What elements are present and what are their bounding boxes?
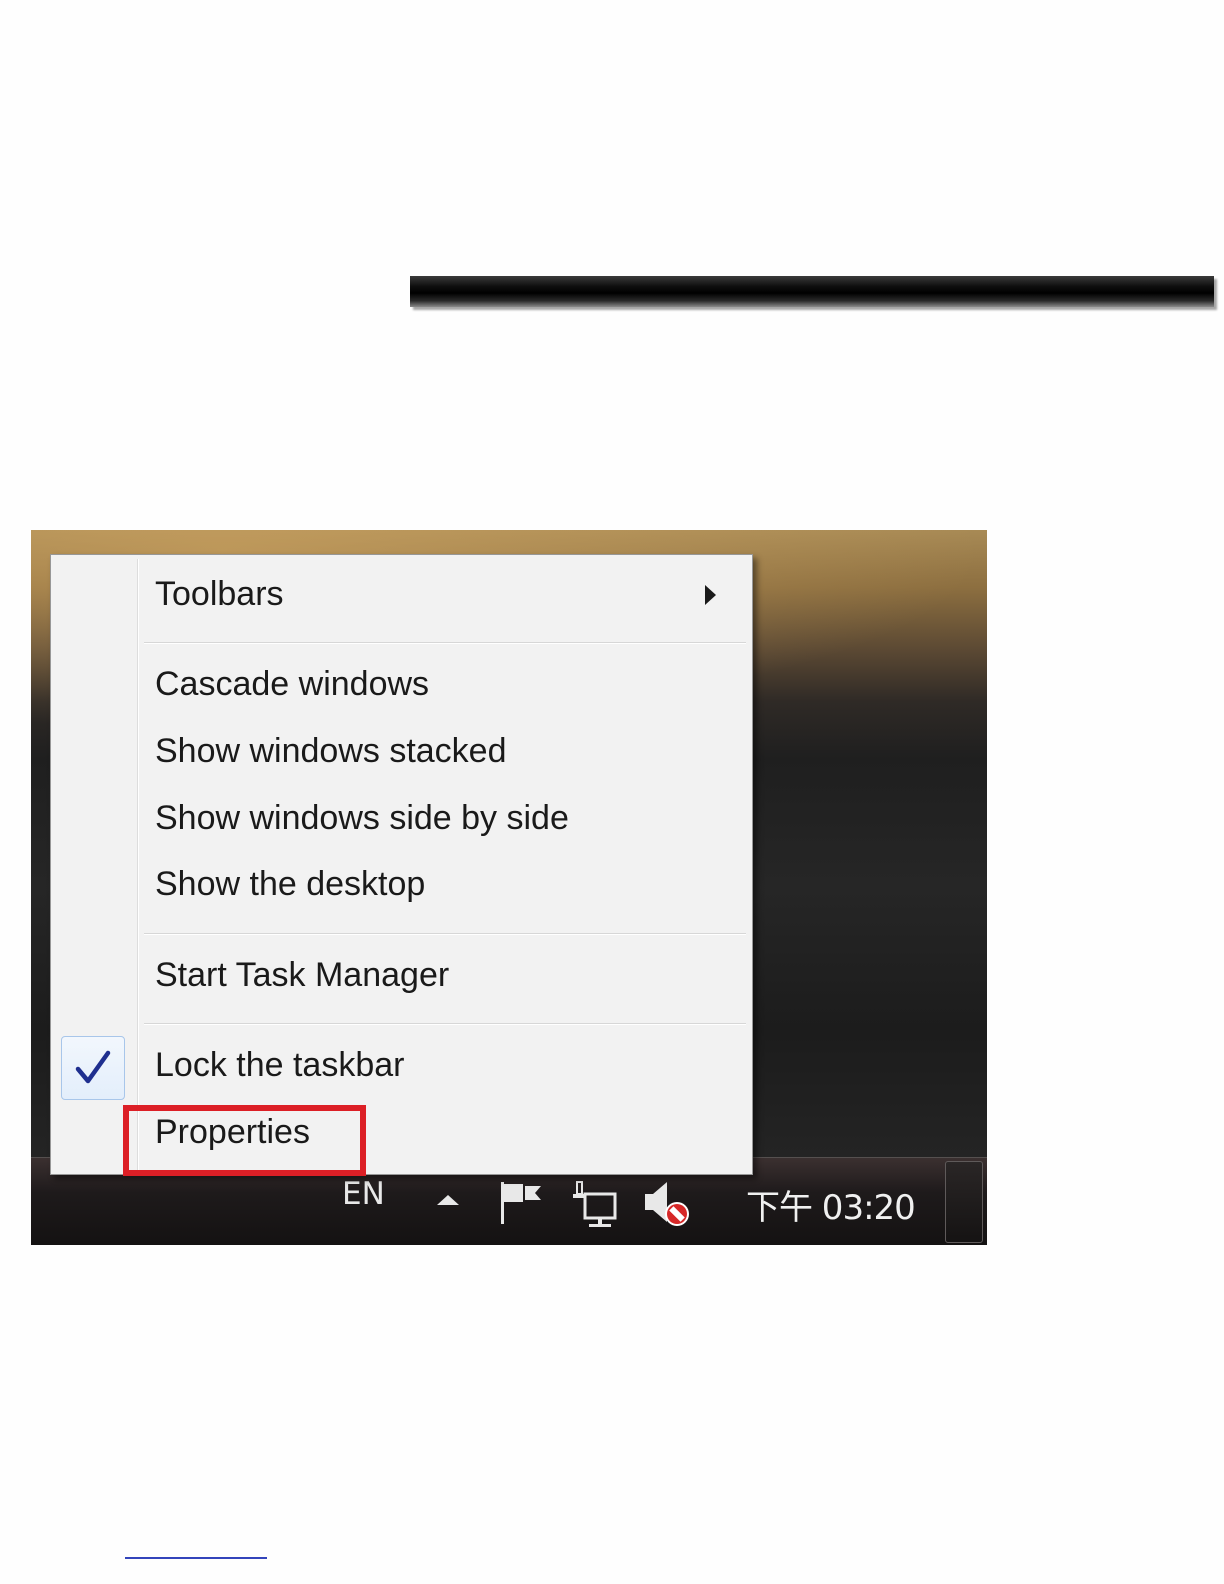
- show-hidden-icons-arrow-icon[interactable]: [437, 1195, 459, 1205]
- show-desktop-button[interactable]: [945, 1161, 983, 1243]
- menu-separator: [144, 933, 746, 934]
- menu-item-cascade-windows[interactable]: Cascade windows: [155, 665, 429, 704]
- menu-item-show-the-desktop[interactable]: Show the desktop: [155, 865, 425, 904]
- menu-item-lock-the-taskbar[interactable]: Lock the taskbar: [155, 1046, 404, 1085]
- taskbar-screenshot: EN 下午 03:20 Toolbars Cascade windows Sho…: [31, 530, 987, 1245]
- link-underline: [125, 1557, 267, 1559]
- menu-item-start-task-manager[interactable]: Start Task Manager: [155, 956, 449, 995]
- checkmark-icon: [75, 1050, 111, 1084]
- action-center-flag-icon[interactable]: [497, 1180, 543, 1226]
- menu-gutter-divider: [137, 559, 138, 1170]
- submenu-arrow-icon: [705, 585, 716, 605]
- menu-item-show-windows-stacked[interactable]: Show windows stacked: [155, 732, 507, 771]
- network-icon[interactable]: [571, 1180, 619, 1228]
- decorative-black-bar: [410, 276, 1214, 307]
- menu-item-toolbars[interactable]: Toolbars: [155, 575, 284, 614]
- menu-item-show-windows-side-by-side[interactable]: Show windows side by side: [155, 799, 569, 838]
- taskbar-context-menu: Toolbars Cascade windows Show windows st…: [50, 554, 753, 1176]
- menu-separator: [144, 1023, 746, 1024]
- menu-separator: [144, 642, 746, 643]
- volume-muted-icon[interactable]: [643, 1180, 695, 1232]
- checkmark-box: [61, 1036, 125, 1100]
- properties-highlight-box: [123, 1105, 366, 1176]
- taskbar-clock[interactable]: 下午 03:20: [746, 1180, 916, 1229]
- language-indicator[interactable]: EN: [342, 1176, 385, 1212]
